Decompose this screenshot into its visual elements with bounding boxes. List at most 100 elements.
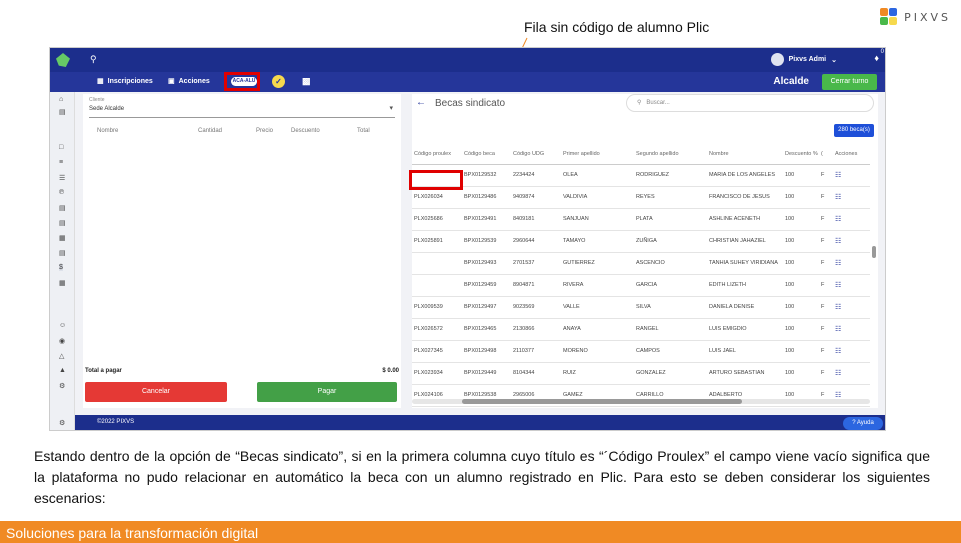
list-icon[interactable]: ≡ bbox=[59, 159, 63, 166]
table-cell: RIVERA bbox=[561, 274, 634, 297]
search-icon[interactable]: ⚲ bbox=[90, 54, 97, 65]
table-cell: TANHIA SUHEY VIRIDIANA bbox=[707, 252, 783, 275]
vertical-scrollbar[interactable] bbox=[872, 246, 876, 258]
becas-table: Código proulex Código beca Código UDG Prime… bbox=[412, 144, 870, 407]
table-cell: F bbox=[819, 318, 833, 341]
table-cell: ZUÑIGA bbox=[634, 230, 707, 253]
table-cell: PLX023934 bbox=[412, 362, 462, 385]
person-icon[interactable]: ☺ bbox=[59, 322, 66, 329]
table-cell: OLEA bbox=[561, 164, 634, 187]
table-cell: 100 bbox=[783, 340, 819, 363]
table-cell: 2110377 bbox=[511, 340, 561, 363]
row-actions-icon[interactable]: ☷ bbox=[833, 252, 870, 275]
table-cell: EDITH LIZETH bbox=[707, 274, 783, 297]
table-row[interactable]: PLX027345 BPX0129498 2110377 MORENO CAMPOS LU… bbox=[412, 340, 870, 363]
bottom-banner: Soluciones para la transformación digita… bbox=[0, 521, 961, 543]
calendar-icon[interactable]: ▦ bbox=[59, 234, 66, 242]
row-actions-icon[interactable]: ☷ bbox=[833, 230, 870, 253]
table-cell: VALLE bbox=[561, 296, 634, 319]
table-row[interactable]: PLX009539 BPX0129497 9023569 VALLE SILVA DANI… bbox=[412, 296, 870, 319]
row-actions-icon[interactable]: ☷ bbox=[833, 362, 870, 385]
pay-button[interactable]: Pagar bbox=[257, 382, 397, 402]
table-row[interactable]: BPX0129459 8904871 RIVERA GARCIA EDITH LIZET… bbox=[412, 274, 870, 297]
card-icon[interactable]: ▤ bbox=[59, 204, 66, 212]
table-cell: 8104344 bbox=[511, 362, 561, 385]
nav-acciones[interactable]: ▣ Acciones bbox=[168, 77, 210, 86]
table-cell: BPX0129486 bbox=[462, 186, 511, 209]
bell-icon[interactable]: ♦ bbox=[874, 53, 879, 63]
app-footer: ©2022 PIXVS ? Ayuda bbox=[75, 415, 885, 430]
cart-icon[interactable]: ℗ bbox=[59, 189, 64, 196]
table-row[interactable]: PLX025891 BPX0129539 2960644 TAMAYO ZUÑIGA CH… bbox=[412, 230, 870, 253]
horizontal-scrollbar[interactable] bbox=[412, 399, 870, 404]
table-cell: BPX0129459 bbox=[462, 274, 511, 297]
table-cell bbox=[412, 252, 462, 275]
table-cell: ANAYA bbox=[561, 318, 634, 341]
book-icon[interactable]: ▤ bbox=[59, 219, 66, 227]
row-actions-icon[interactable]: ☷ bbox=[833, 296, 870, 319]
row-actions-icon[interactable]: ☷ bbox=[833, 274, 870, 297]
row-actions-icon[interactable]: ☷ bbox=[833, 186, 870, 209]
table-header-cell: Código proulex bbox=[412, 144, 462, 165]
table-cell: PLX025686 bbox=[412, 208, 462, 231]
table-row[interactable]: BPX0129532 2234424 OLEA RODRIGUEZ MARIA DE L… bbox=[412, 164, 870, 187]
bank-icon[interactable]: ▤ bbox=[59, 249, 66, 257]
table-cell: 2234424 bbox=[511, 164, 561, 187]
menu-icon[interactable]: ☰ bbox=[59, 174, 65, 182]
user-menu[interactable]: Pixvs Admi ⌄ bbox=[770, 53, 837, 66]
table-icon[interactable]: ▦ bbox=[59, 279, 66, 287]
table-cell: ARTURO SEBASTIAN bbox=[707, 362, 783, 385]
table-cell: ASHLINE ACENETH bbox=[707, 208, 783, 231]
cancel-button[interactable]: Cancelar bbox=[85, 382, 227, 402]
horizontal-scroll-thumb[interactable] bbox=[462, 399, 742, 404]
nav-inscripciones-label: Inscripciones bbox=[107, 77, 153, 85]
lock-icon[interactable]: ▲ bbox=[59, 367, 66, 374]
bell-side-icon[interactable]: △ bbox=[59, 352, 64, 360]
settings-icon[interactable]: ⚙ bbox=[59, 382, 65, 390]
row-actions-icon[interactable]: ☷ bbox=[833, 340, 870, 363]
help-button[interactable]: ? Ayuda bbox=[843, 417, 883, 430]
nav-inscripciones[interactable]: ▦ Inscripciones bbox=[97, 77, 153, 86]
becas-panel: ← Becas sindicato ⚲ Buscar... 280 beca(s… bbox=[412, 94, 878, 408]
row-actions-icon[interactable]: ☷ bbox=[833, 164, 870, 187]
folder-icon[interactable]: □ bbox=[59, 144, 63, 151]
app-screenshot: ⚲ Pixvs Admi ⌄ ♦ 0 ▦ Inscripciones ▣ Acc… bbox=[49, 47, 886, 431]
search-input[interactable]: ⚲ Buscar... bbox=[626, 94, 874, 112]
table-row[interactable]: PLX026034 BPX0129486 9409874 VALDIVIA REYES F… bbox=[412, 186, 870, 209]
globe-icon[interactable]: ◉ bbox=[59, 337, 65, 345]
table-row[interactable]: PLX023934 BPX0129449 8104344 RUIZ GONZALEZ AR… bbox=[412, 362, 870, 385]
table-cell: 100 bbox=[783, 208, 819, 231]
table-cell: 2130866 bbox=[511, 318, 561, 341]
user-name: Pixvs Admi bbox=[788, 56, 827, 63]
dollar-icon[interactable]: $ bbox=[59, 264, 63, 271]
table-cell: BPX0129465 bbox=[462, 318, 511, 341]
table-cell: RUIZ bbox=[561, 362, 634, 385]
tag-icon[interactable]: ✓ bbox=[272, 75, 285, 88]
table-row[interactable]: BPX0129493 2701537 GUTIERREZ ASCENCIO TANHIA… bbox=[412, 252, 870, 275]
help-label: Ayuda bbox=[856, 420, 874, 426]
row-actions-icon[interactable]: ☷ bbox=[833, 318, 870, 341]
table-cell: 2701537 bbox=[511, 252, 561, 275]
table-row[interactable]: PLX026572 BPX0129465 2130866 ANAYA RANGEL LUI… bbox=[412, 318, 870, 341]
close-shift-button[interactable]: Cerrar turno bbox=[822, 74, 877, 90]
row-actions-icon[interactable]: ☷ bbox=[833, 208, 870, 231]
table-cell: DANIELA DENISE bbox=[707, 296, 783, 319]
app-sidebar: ⌂ ▤ □ ≡ ☰ ℗ ▤ ▤ ▦ ▤ $ ▦ ☺ ◉ △ ▲ ⚙ ⚙ bbox=[50, 92, 75, 430]
client-select[interactable]: Sede Alcalde bbox=[89, 106, 124, 112]
table-row[interactable]: PLX025686 BPX0129491 8409181 SANJUAN PLATA AS… bbox=[412, 208, 870, 231]
table-cell: BPX0129498 bbox=[462, 340, 511, 363]
caret-down-icon[interactable]: ▾ bbox=[389, 104, 393, 112]
plic-logo-icon bbox=[56, 53, 70, 67]
table-header-cell: Nombre bbox=[707, 144, 783, 165]
col-total: Total bbox=[357, 128, 370, 134]
table-cell: 100 bbox=[783, 252, 819, 275]
document-icon[interactable]: ▩ bbox=[302, 76, 311, 87]
chart-icon[interactable]: ▤ bbox=[59, 108, 66, 116]
back-arrow-icon[interactable]: ← bbox=[416, 97, 426, 108]
table-cell: 100 bbox=[783, 318, 819, 341]
gear-icon[interactable]: ⚙ bbox=[59, 419, 65, 427]
home-icon[interactable]: ⌂ bbox=[59, 96, 63, 103]
col-nombre: Nombre bbox=[97, 128, 119, 134]
table-cell: F bbox=[819, 230, 833, 253]
table-header-cell: Descuento % bbox=[783, 144, 819, 165]
